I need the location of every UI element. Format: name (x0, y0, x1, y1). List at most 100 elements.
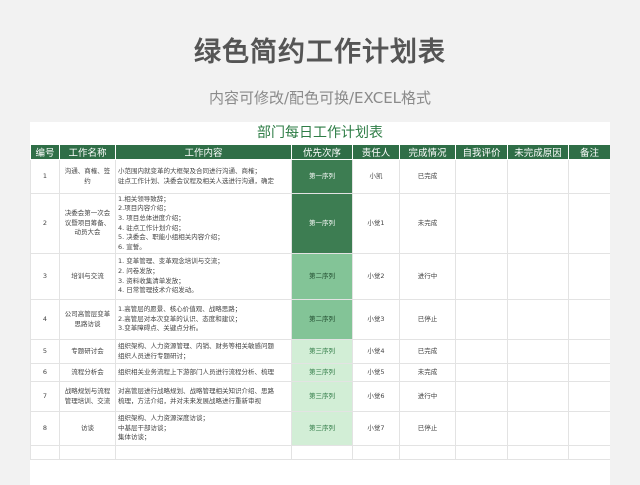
col-header-reason[interactable]: 未完成原因 (507, 144, 569, 160)
cell-owner[interactable]: 小觉1 (352, 193, 400, 254)
col-header-content[interactable]: 工作内容 (115, 144, 292, 160)
cell-reason[interactable] (507, 299, 569, 340)
cell-name[interactable]: 专题研讨会 (59, 339, 116, 364)
cell-content[interactable]: 1.高管层的愿景、核心价值观、战略思路； 2.高管层对本次变革的认识、态度和建议；… (115, 299, 292, 340)
cell-remark[interactable] (568, 411, 610, 446)
cell-id[interactable]: 7 (30, 381, 60, 412)
cell-reason[interactable] (507, 253, 569, 300)
cell-self-eval[interactable] (455, 381, 508, 412)
cell-id[interactable]: 5 (30, 339, 60, 364)
col-header-status[interactable]: 完成情况 (399, 144, 456, 160)
cell-status[interactable]: 已停止 (399, 299, 456, 340)
cell-owner[interactable]: 小觉4 (352, 339, 400, 364)
cell-remark[interactable] (568, 253, 610, 300)
cell-status[interactable]: 已停止 (399, 411, 456, 446)
col-header-self-eval[interactable]: 自我评价 (455, 144, 508, 160)
cell-reason[interactable] (507, 411, 569, 446)
cell-owner[interactable] (352, 445, 400, 460)
col-header-owner[interactable]: 责任人 (352, 144, 400, 160)
cell-remark[interactable] (568, 339, 610, 364)
cell-remark[interactable] (568, 381, 610, 412)
cell-owner[interactable]: 小觉7 (352, 411, 400, 446)
cell-remark[interactable] (568, 445, 610, 460)
cell-id[interactable] (30, 445, 60, 460)
cell-id[interactable]: 8 (30, 411, 60, 446)
cell-content-line: 集体访谈； (118, 433, 151, 442)
cell-owner[interactable]: 小觉5 (352, 363, 400, 382)
cell-name[interactable]: 沟通、商榷、签约 (59, 159, 116, 194)
cell-priority[interactable]: 第三序列 (291, 411, 353, 446)
cell-priority[interactable]: 第一序列 (291, 159, 353, 194)
cell-reason[interactable] (507, 363, 569, 382)
cell-remark[interactable] (568, 193, 610, 254)
cell-reason[interactable] (507, 339, 569, 364)
cell-remark[interactable] (568, 159, 610, 194)
cell-name[interactable]: 战略规划与流程 管理培训、交流 (59, 381, 116, 412)
table-row: 6 流程分析会 组织相关业务流程上下游部门人员进行流程分析、梳理 第三序列 小觉5 未完成 (30, 363, 610, 382)
cell-id[interactable]: 6 (30, 363, 60, 382)
cell-priority[interactable]: 第三序列 (291, 339, 353, 364)
cell-status[interactable]: 未完成 (399, 193, 456, 254)
cell-content[interactable]: 小范围内就变革的大框架及合同进行沟通、商榷； 驻点工作计划、决委会议程及相关人选进… (115, 159, 292, 194)
cell-self-eval[interactable] (455, 159, 508, 194)
cell-self-eval[interactable] (455, 339, 508, 364)
cell-remark[interactable] (568, 363, 610, 382)
cell-id[interactable]: 1 (30, 159, 60, 194)
col-header-id[interactable]: 编号 (30, 144, 60, 160)
cell-content[interactable]: 1. 变革管理、变革观念培训与交流； 2. 问卷发放； 3. 资料收集清单发放； 4.… (115, 253, 292, 300)
cell-status[interactable]: 已完成 (399, 339, 456, 364)
cell-status[interactable] (399, 445, 456, 460)
cell-id[interactable]: 3 (30, 253, 60, 300)
cell-remark[interactable] (568, 299, 610, 340)
cell-id[interactable]: 2 (30, 193, 60, 254)
cell-name-line: 流程分析会 (71, 367, 104, 376)
cell-owner[interactable]: 小凯 (352, 159, 400, 194)
cell-priority[interactable]: 第二序列 (291, 299, 353, 340)
cell-self-eval[interactable] (455, 193, 508, 254)
cell-content-line: 3. 项目总体进度介绍； (118, 213, 185, 222)
cell-name-line: 培训与交流 (71, 271, 104, 280)
cell-self-eval[interactable] (455, 411, 508, 446)
cell-owner[interactable]: 小觉2 (352, 253, 400, 300)
cell-status[interactable]: 进行中 (399, 253, 456, 300)
cell-name-line: 约 (84, 176, 91, 185)
cell-priority[interactable]: 第二序列 (291, 253, 353, 300)
cell-content[interactable]: 1.相关领导致辞； 2.项目内容介绍； 3. 项目总体进度介绍； 4. 驻点工作计划介… (115, 193, 292, 254)
cell-priority[interactable] (291, 445, 353, 460)
cell-reason[interactable] (507, 381, 569, 412)
cell-content[interactable]: 组织架构、人力资源深度访谈； 中基层干部访谈； 集体访谈； (115, 411, 292, 446)
cell-owner[interactable]: 小觉6 (352, 381, 400, 412)
cell-reason[interactable] (507, 193, 569, 254)
table-row: 1 沟通、商榷、签约小范围内就变革的大框架及合同进行沟通、商榷； 驻点工作计划、决委… (30, 159, 610, 194)
cell-status[interactable]: 进行中 (399, 381, 456, 412)
cell-self-eval[interactable] (455, 299, 508, 340)
cell-reason[interactable] (507, 159, 569, 194)
col-header-name[interactable]: 工作名称 (59, 144, 116, 160)
cell-name[interactable]: 培训与交流 (59, 253, 116, 300)
cell-name[interactable]: 公司高管层变革 思路访谈 (59, 299, 116, 340)
cell-self-eval[interactable] (455, 445, 508, 460)
cell-content[interactable]: 组织相关业务流程上下游部门人员进行流程分析、梳理 (115, 363, 292, 382)
cell-id[interactable]: 4 (30, 299, 60, 340)
cell-name[interactable]: 流程分析会 (59, 363, 116, 382)
cell-content[interactable]: 组织架构、人力资源管理、内销、财务等相关敏感问题 组织人员进行专题研讨； (115, 339, 292, 364)
col-header-remark[interactable]: 备注 (568, 144, 610, 160)
cell-name[interactable]: 决委会第一次会 议暨项目筹备、 动员大会 (59, 193, 116, 254)
cell-owner[interactable]: 小觉3 (352, 299, 400, 340)
cell-self-eval[interactable] (455, 253, 508, 300)
cell-content[interactable] (115, 445, 292, 460)
cell-status[interactable]: 未完成 (399, 363, 456, 382)
cell-content-line: 2.项目内容介绍； (118, 204, 170, 213)
cell-self-eval[interactable] (455, 363, 508, 382)
cell-name[interactable]: 访谈 (59, 411, 116, 446)
cell-content[interactable]: 对高管层进行战略规划、战略管理相关知识介绍、思路 梳理，方法介绍，并对未来发展战略… (115, 381, 292, 412)
page-subtitle: 内容可修改/配色可换/EXCEL格式 (208, 89, 432, 107)
cell-priority[interactable]: 第三序列 (291, 381, 353, 412)
cell-priority[interactable]: 第三序列 (291, 363, 353, 382)
col-header-priority[interactable]: 优先次序 (291, 144, 353, 160)
cell-priority[interactable]: 第一序列 (291, 193, 353, 254)
cell-content-line: 组织架构、人力资源深度访谈； (118, 414, 209, 423)
cell-status[interactable]: 已完成 (399, 159, 456, 194)
cell-name[interactable] (59, 445, 116, 460)
cell-reason[interactable] (507, 445, 569, 460)
